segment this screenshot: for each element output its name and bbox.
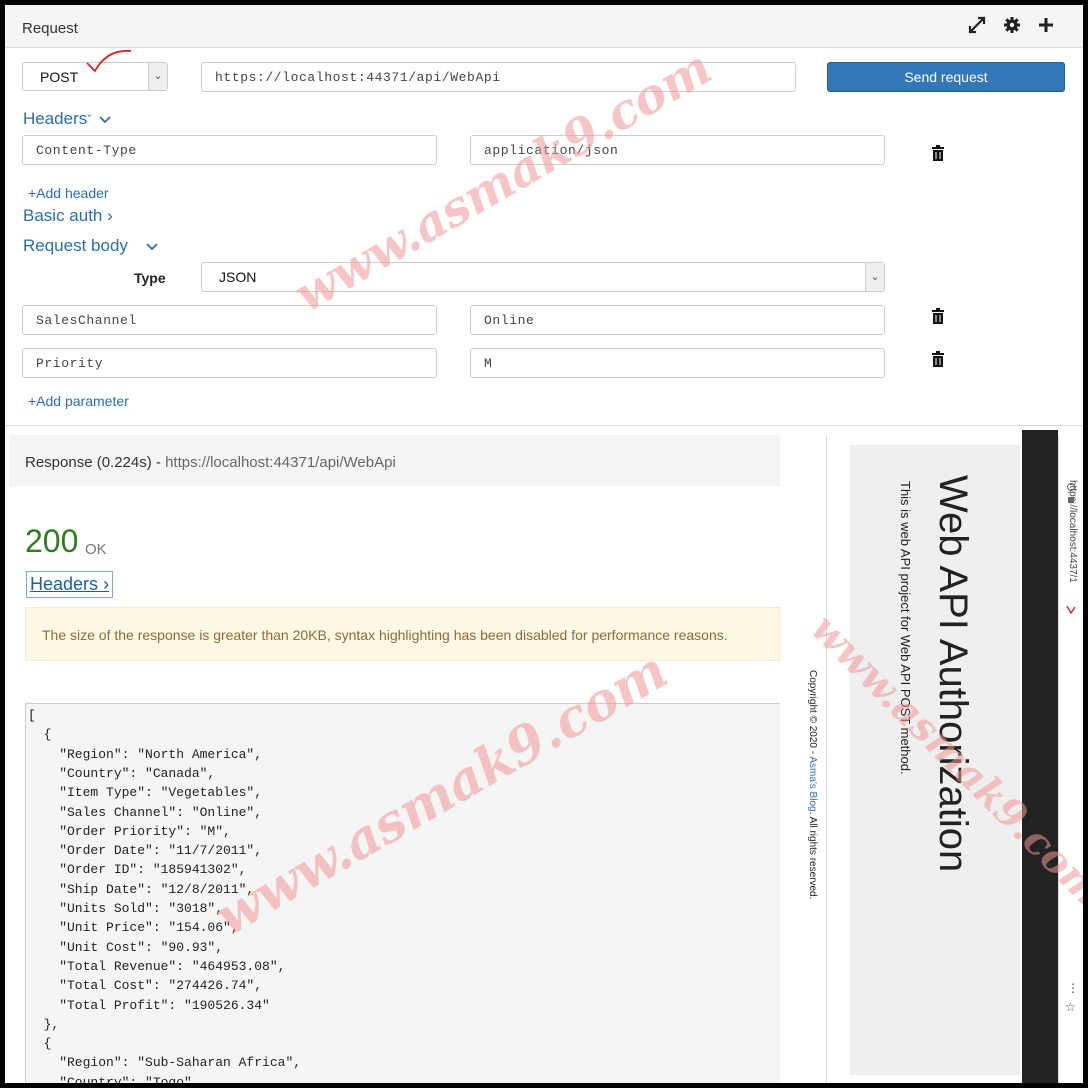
trash-icon[interactable] — [929, 307, 947, 325]
type-label: Type — [134, 270, 166, 286]
code-line: "Order ID": "185941302", — [28, 862, 247, 878]
header-value-input[interactable]: application/json — [470, 135, 885, 165]
trash-icon[interactable] — [929, 144, 947, 162]
response-panel-header: Response (0.224s) - https://localhost:44… — [9, 435, 780, 486]
side-page-jumbotron: Web API Authorization This is web API pr… — [850, 445, 1020, 1075]
code-line: "Unit Cost": "90.93", — [28, 939, 224, 955]
code-line: "Unit Price": "154.06", — [28, 920, 239, 936]
response-url: https://localhost:44371/api/WebApi — [165, 454, 396, 471]
code-line: "Order Priority": "M", — [28, 823, 231, 839]
divider — [826, 435, 827, 1083]
bookmark-icon[interactable]: ☆ — [1065, 1000, 1076, 1014]
code-line: "Ship Date": "12/8/2011", — [28, 881, 255, 897]
method-value: POST — [40, 69, 79, 85]
code-line: "Item Type": "Vegetables", — [28, 785, 263, 801]
code-line: "Country": "Togo", — [28, 1074, 200, 1083]
code-line: { — [28, 727, 52, 743]
chevron-right-icon: › — [107, 206, 113, 225]
param-name-input[interactable]: SalesChannel — [22, 305, 437, 335]
status-code: 200 — [25, 523, 79, 559]
send-request-button[interactable]: Send request — [827, 62, 1065, 92]
request-panel: Request POST ⌄ https://localhost:44371/a… — [5, 5, 1083, 426]
url-input[interactable]: https://localhost:44371/api/WebApi — [201, 62, 796, 92]
window-edge — [1022, 430, 1058, 1083]
chevron-down-icon: ⌄ — [865, 263, 884, 291]
param-value-input[interactable]: Online — [470, 305, 885, 335]
body-type-select[interactable]: JSON ⌄ — [201, 262, 885, 292]
side-page-subtext: This is web API project for Web API POST… — [898, 481, 913, 775]
code-line: { — [28, 1036, 52, 1052]
checkmark-annotation-icon — [1066, 605, 1076, 615]
body-type-value: JSON — [219, 269, 257, 285]
trash-icon[interactable] — [929, 350, 947, 368]
checkmark-annotation-icon — [86, 49, 132, 73]
code-line: "Total Cost": "274426.74", — [28, 978, 263, 994]
gear-icon[interactable] — [1002, 16, 1022, 36]
code-line: "Region": "Sub-Saharan Africa", — [28, 1055, 302, 1071]
code-line: "Region": "North America", — [28, 746, 263, 762]
code-line: "Order Date": "11/7/2011", — [28, 843, 263, 859]
chevron-down-icon: ⌄ — [148, 63, 167, 90]
request-title: Request — [22, 20, 78, 37]
more-icon[interactable]: ⋮ — [1067, 982, 1079, 994]
copyright-link[interactable]: Asma's Blog — [807, 756, 818, 811]
copyright-text: Copyright © 2020 - Asma's Blog. All righ… — [807, 670, 818, 900]
info-icon[interactable] — [1067, 483, 1075, 491]
param-name-input[interactable]: Priority — [22, 348, 437, 378]
chevron-down-icon: ˇ — [87, 112, 92, 127]
code-line: "Units Sold": "3018", — [28, 901, 224, 916]
param-value-input[interactable]: M — [470, 348, 885, 378]
code-line: }, — [28, 1016, 60, 1032]
size-warning-alert: The size of the response is greater than… — [25, 607, 780, 661]
chevron-down-icon — [99, 116, 111, 124]
browser-address-bar: https://localhost:4437/1 ⋮ ☆ — [1058, 435, 1083, 1083]
add-parameter-link[interactable]: +Add parameter — [28, 393, 129, 409]
code-line: "Sales Channel": "Online", — [28, 804, 263, 820]
plus-icon[interactable] — [1036, 16, 1056, 36]
add-header-link[interactable]: +Add header — [28, 185, 109, 201]
request-body-toggle[interactable]: Request body — [23, 236, 128, 256]
headers-toggle[interactable]: Headersˇ — [23, 109, 92, 129]
response-body: [ { "Region": "North America", "Country"… — [25, 703, 780, 1083]
response-title: Response (0.224s) - https://localhost:44… — [25, 454, 396, 471]
response-panel: Response (0.224s) - https://localhost:44… — [5, 435, 780, 1083]
request-panel-header: Request — [5, 5, 1083, 48]
address-text[interactable]: https://localhost:4437/1 — [1067, 480, 1078, 583]
lock-icon — [1068, 497, 1074, 503]
status-text: OK — [85, 541, 107, 558]
screenshot-frame: Request POST ⌄ https://localhost:44371/a… — [5, 5, 1083, 1083]
chevron-down-icon — [146, 243, 158, 251]
side-page-heading: Web API Authorization — [931, 475, 975, 873]
header-name-input[interactable]: Content-Type — [22, 135, 437, 165]
code-line: [ — [28, 708, 36, 723]
response-headers-toggle[interactable]: Headers › — [26, 571, 114, 598]
code-line: "Total Revenue": "464953.08", — [28, 958, 286, 974]
basic-auth-toggle[interactable]: Basic auth › — [23, 206, 113, 226]
chevron-right-icon: › — [103, 574, 110, 594]
code-line: "Total Profit": "190526.34" — [28, 997, 270, 1013]
expand-icon[interactable] — [967, 16, 987, 36]
code-line: "Country": "Canada", — [28, 765, 216, 781]
